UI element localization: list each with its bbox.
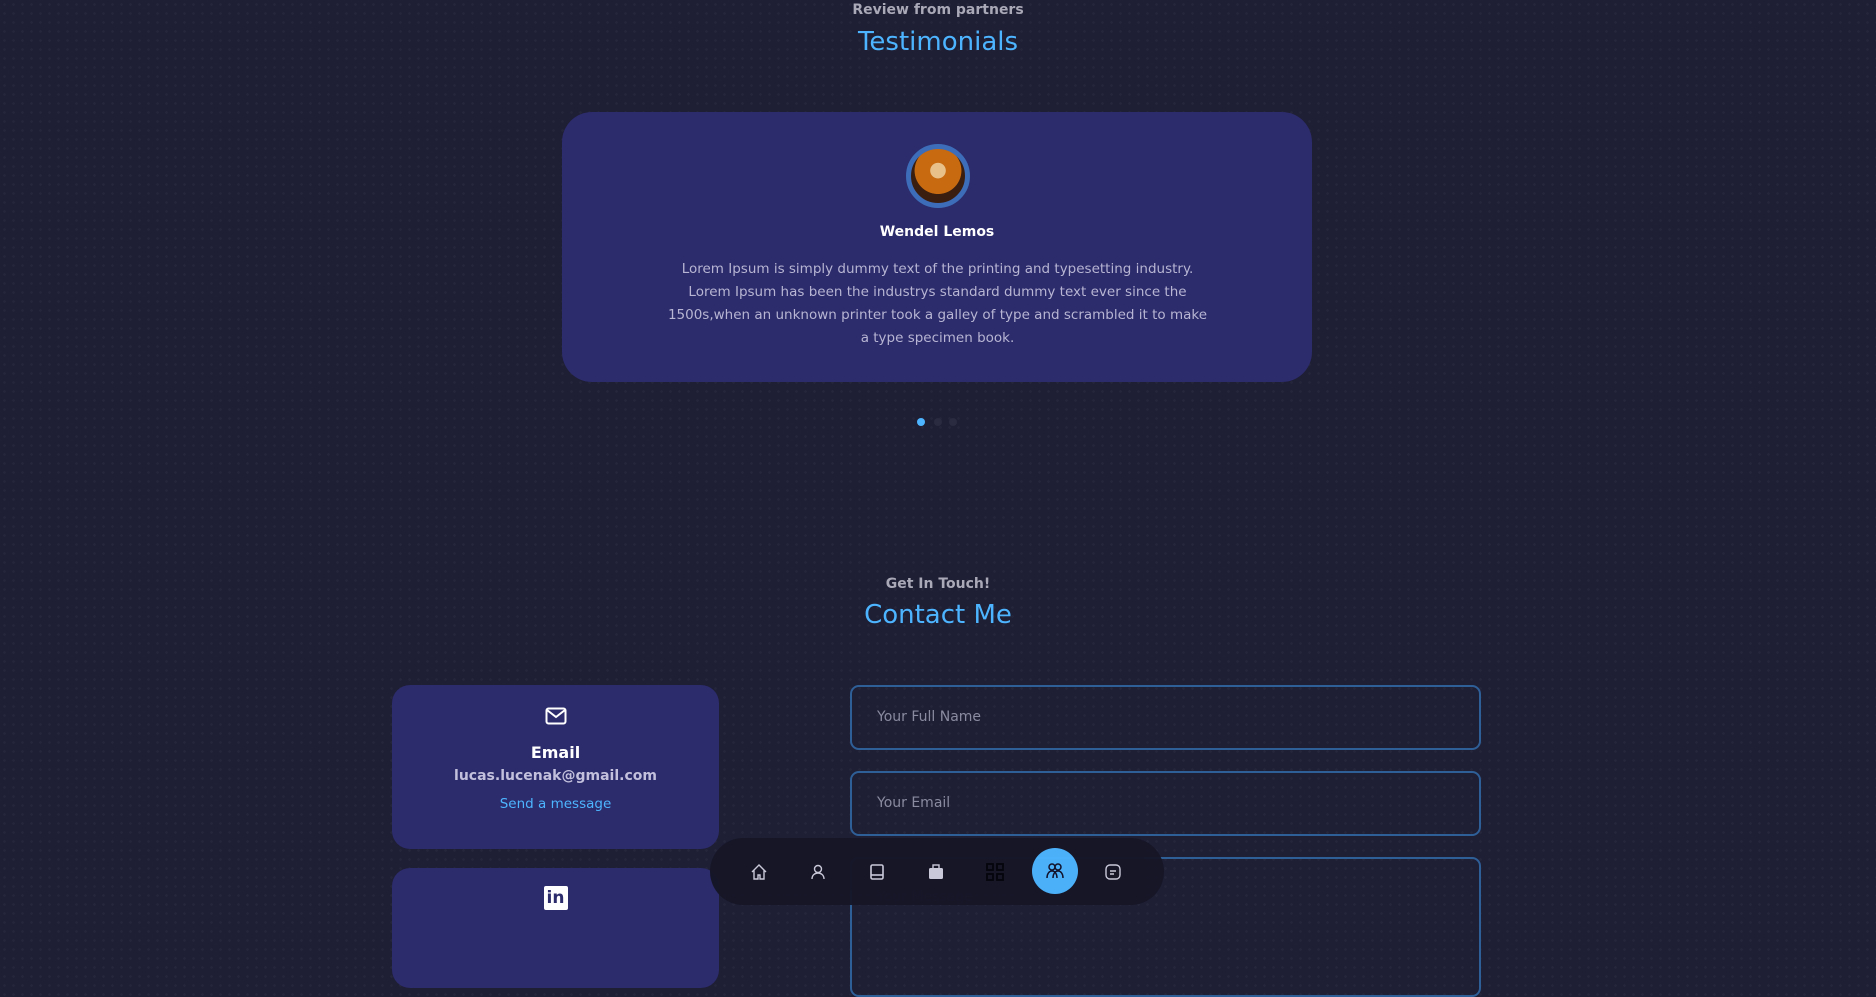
carousel-dot-1[interactable] (917, 418, 925, 426)
avatar (906, 144, 970, 208)
carousel-dot-2[interactable] (934, 418, 942, 426)
user-icon[interactable] (806, 860, 830, 884)
linkedin-icon: in (543, 886, 568, 910)
home-icon[interactable] (747, 860, 771, 884)
full-name-input[interactable]: Your Full Name (850, 685, 1481, 750)
email-card-title: Email (530, 743, 581, 762)
testimonial-author: Wendel Lemos (879, 224, 995, 240)
email-input[interactable]: Your Email (850, 771, 1481, 836)
mail-icon (392, 707, 719, 727)
contact-subtitle: Get In Touch! (885, 576, 991, 592)
linkedin-card: in (392, 868, 719, 988)
briefcase-icon[interactable] (924, 860, 948, 884)
contact-title: Contact Me (864, 600, 1012, 630)
carousel-dot-3[interactable] (949, 418, 957, 426)
testimonial-text: Lorem Ipsum is simply dummy text of the … (667, 261, 1208, 346)
testimonials-nav-icon[interactable] (1032, 848, 1078, 894)
message-icon[interactable] (1101, 860, 1125, 884)
grid-icon[interactable] (983, 860, 1007, 884)
bottom-nav (710, 838, 1164, 905)
send-message-link[interactable]: Send a message (392, 796, 719, 812)
testimonials-subtitle: Review from partners (852, 2, 1024, 18)
email-card: Email lucas.lucenak@gmail.com Send a mes… (392, 685, 719, 849)
testimonials-title: Testimonials (857, 27, 1019, 57)
email-address: lucas.lucenak@gmail.com (454, 768, 657, 784)
book-icon[interactable] (865, 860, 889, 884)
